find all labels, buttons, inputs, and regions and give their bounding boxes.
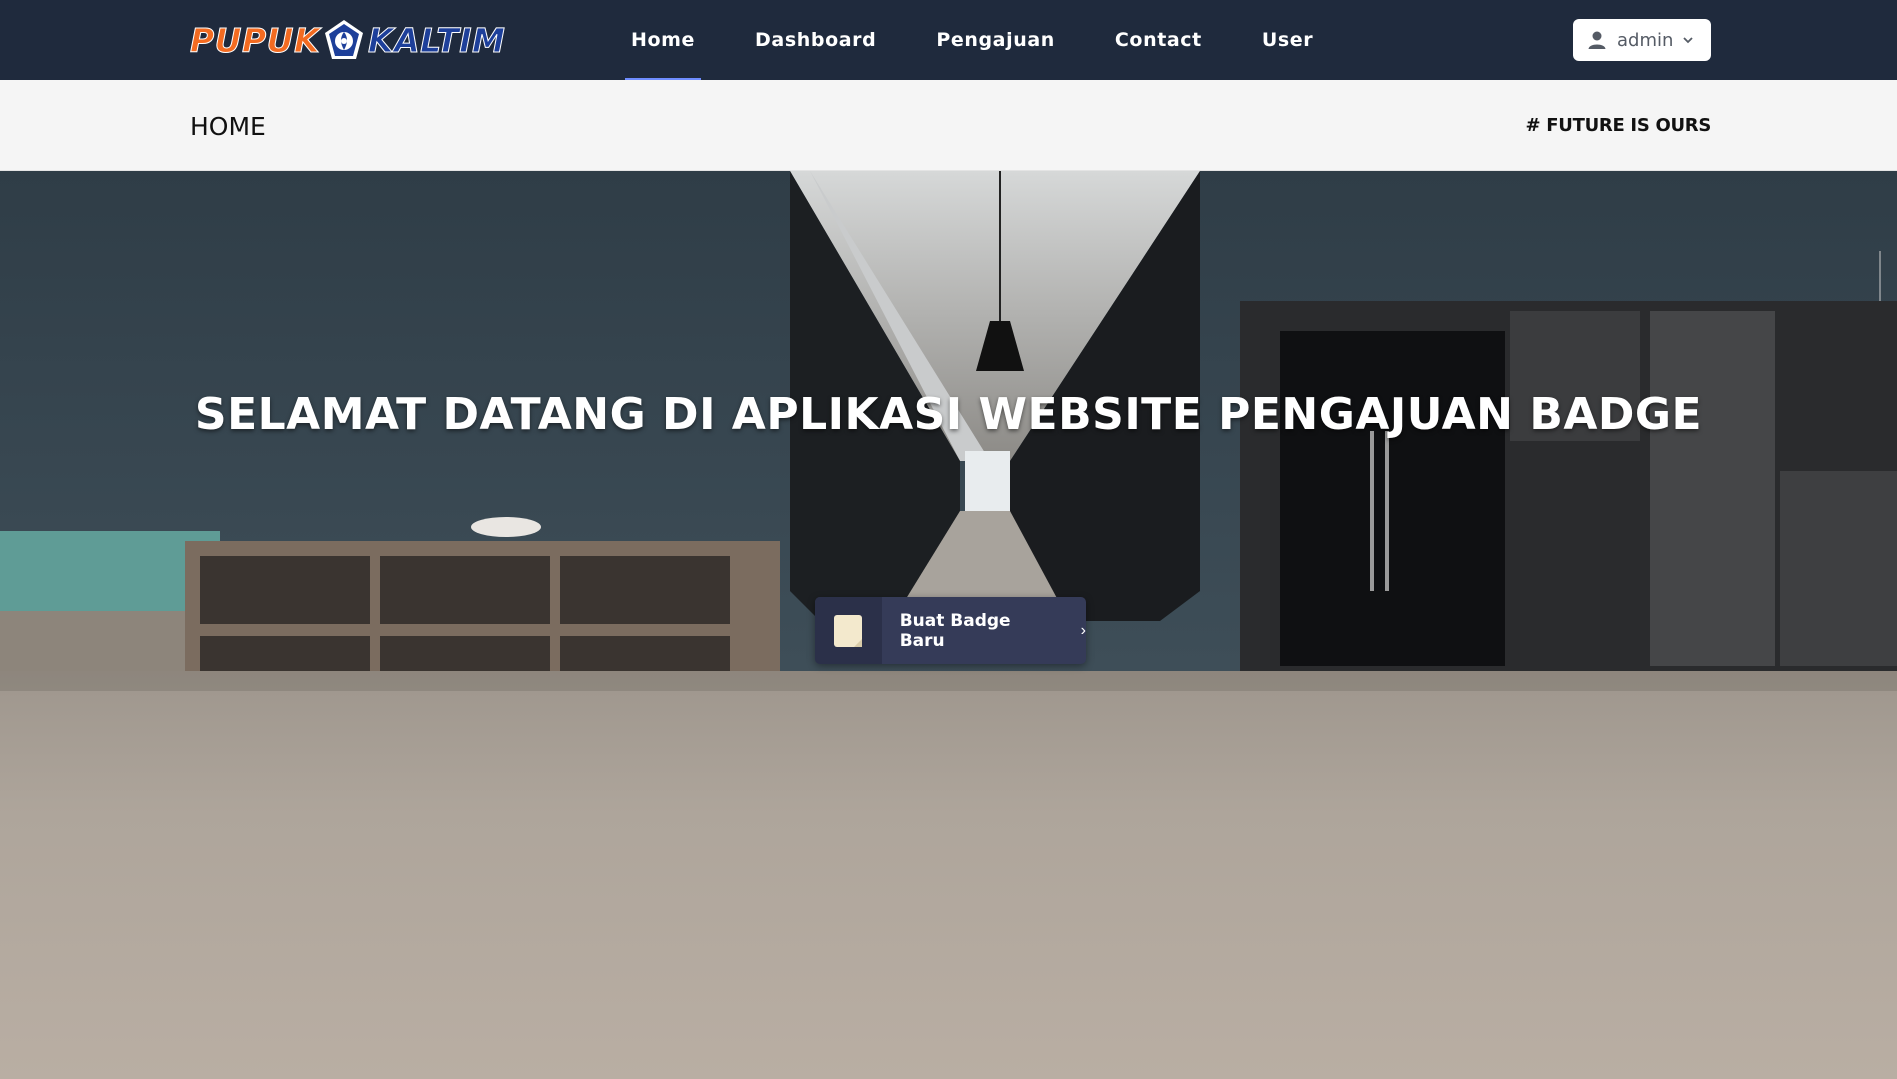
brand-logo[interactable]: PUPUK KALTIM [189,18,506,62]
nav-item-dashboard[interactable]: Dashboard [741,0,890,80]
page-header-bar: HOME # FUTURE IS OURS [0,80,1897,171]
chevron-right-icon: › [1080,621,1086,639]
note-icon [834,614,863,647]
nav-item-pengajuan[interactable]: Pengajuan [922,0,1069,80]
top-navbar: PUPUK KALTIM Home Dashboard Pengajuan Co… [0,0,1897,80]
hero-title: SELAMAT DATANG DI APLIKASI WEBSITE PENGA… [194,389,1703,440]
nav-item-contact[interactable]: Contact [1101,0,1216,80]
cta-icon-box [815,597,882,664]
user-icon [1588,31,1606,49]
nav-item-home[interactable]: Home [617,0,709,80]
page-title: HOME [190,112,266,141]
create-badge-label: Buat Badge Baru [899,610,1011,651]
user-menu-button[interactable]: admin [1573,19,1711,61]
username-label: admin [1617,29,1674,51]
brand-name-part2: KALTIM [368,20,506,60]
brand-name-part1: PUPUK [189,20,321,60]
create-badge-button[interactable]: Buat Badge Baru › [815,597,1086,664]
chevron-down-icon [1683,37,1694,44]
pupuk-kaltim-emblem-icon [325,20,364,59]
tagline: # FUTURE IS OURS [1525,115,1712,136]
main-nav: Home Dashboard Pengajuan Contact User [617,0,1359,80]
nav-item-user[interactable]: User [1248,0,1327,80]
hero-section: SELAMAT DATANG DI APLIKASI WEBSITE PENGA… [0,171,1897,1079]
